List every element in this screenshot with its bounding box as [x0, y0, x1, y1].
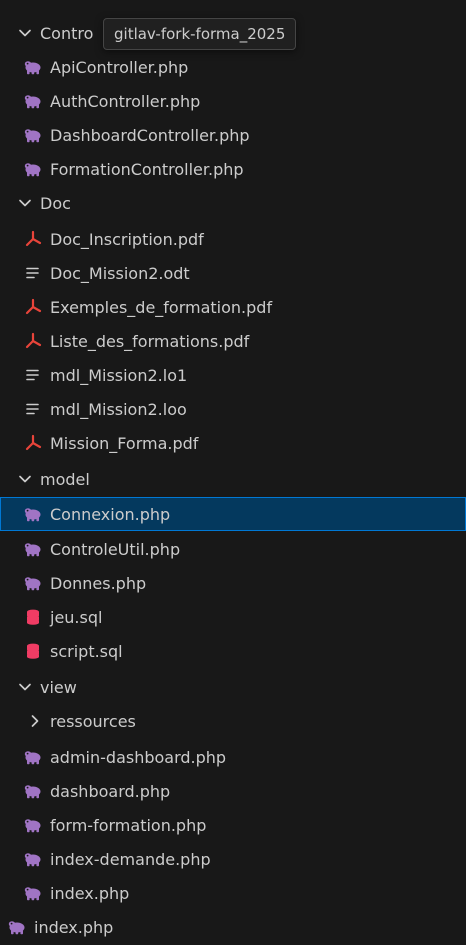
file-label: Doc_Inscription.pdf [50, 229, 204, 249]
php-file-icon [24, 126, 42, 144]
folder-label: view [40, 677, 77, 697]
folder-label: Contro [40, 23, 94, 43]
php-file-icon [24, 92, 42, 110]
pdf-file-icon [24, 332, 42, 350]
file-label: form-formation.php [50, 815, 207, 835]
file-label: index.php [50, 883, 130, 903]
file-item[interactable]: index.php [0, 910, 466, 944]
file-item[interactable]: FormationController.php [0, 152, 466, 186]
file-label: script.sql [50, 641, 123, 661]
file-explorer-tree: Contro ApiController.php AuthController.… [0, 0, 466, 945]
folder-model[interactable]: model [0, 462, 466, 496]
file-label: mdl_Mission2.lo1 [50, 365, 188, 385]
file-item[interactable]: Doc_Mission2.odt [0, 256, 466, 290]
folder-view[interactable]: view [0, 670, 466, 704]
folder-label: Doc [40, 193, 71, 213]
file-item[interactable]: AuthController.php [0, 84, 466, 118]
database-file-icon [24, 608, 42, 626]
php-file-icon [24, 850, 42, 868]
pdf-file-icon [24, 434, 42, 452]
file-item[interactable]: Mission_Forma.pdf [0, 426, 466, 460]
php-file-icon [24, 884, 42, 902]
file-label: mdl_Mission2.loo [50, 399, 187, 419]
file-label: dashboard.php [50, 781, 171, 801]
folder-label: model [40, 469, 90, 489]
folder-ressources[interactable]: ressources [0, 704, 466, 738]
chevron-down-icon [16, 470, 34, 488]
file-item[interactable]: form-formation.php [0, 808, 466, 842]
file-item[interactable]: mdl_Mission2.lo1 [0, 358, 466, 392]
folder-doc[interactable]: Doc [0, 186, 466, 220]
php-file-icon [8, 918, 26, 936]
file-item[interactable]: ControleUtil.php [0, 532, 466, 566]
file-label: Connexion.php [50, 504, 171, 524]
pdf-file-icon [24, 298, 42, 316]
file-item-selected[interactable]: Connexion.php [0, 497, 466, 531]
file-item[interactable]: admin-dashboard.php [0, 740, 466, 774]
file-label: admin-dashboard.php [50, 747, 227, 767]
chevron-down-icon [16, 24, 34, 42]
file-item[interactable]: Donnes.php [0, 566, 466, 600]
file-label: index.php [34, 917, 114, 937]
file-label: Exemples_de_formation.pdf [50, 297, 273, 317]
php-file-icon [24, 816, 42, 834]
database-file-icon [24, 642, 42, 660]
file-label: Mission_Forma.pdf [50, 433, 199, 453]
folder-label: ressources [50, 711, 136, 731]
file-label: index-demande.php [50, 849, 211, 869]
php-file-icon [24, 58, 42, 76]
pdf-file-icon [24, 230, 42, 248]
file-item[interactable]: dashboard.php [0, 774, 466, 808]
chevron-down-icon [16, 194, 34, 212]
text-file-icon [24, 400, 42, 418]
file-item[interactable]: Exemples_de_formation.pdf [0, 290, 466, 324]
chevron-right-icon [26, 712, 44, 730]
file-item[interactable]: ApiController.php [0, 50, 466, 84]
file-item[interactable]: index.php [0, 876, 466, 910]
file-label: FormationController.php [50, 159, 244, 179]
file-label: Liste_des_formations.pdf [50, 331, 250, 351]
file-item[interactable]: mdl_Mission2.loo [0, 392, 466, 426]
file-label: ControleUtil.php [50, 539, 181, 559]
file-item[interactable]: Doc_Inscription.pdf [0, 222, 466, 256]
file-item[interactable]: index-demande.php [0, 842, 466, 876]
php-file-icon [24, 540, 42, 558]
chevron-down-icon [16, 678, 34, 696]
file-item[interactable]: Liste_des_formations.pdf [0, 324, 466, 358]
file-label: Doc_Mission2.odt [50, 263, 190, 283]
text-file-icon [24, 366, 42, 384]
php-file-icon [24, 574, 42, 592]
php-file-icon [24, 160, 42, 178]
file-label: DashboardController.php [50, 125, 250, 145]
php-file-icon [24, 505, 42, 523]
tooltip: gitlav-fork-forma_2025 [103, 18, 297, 50]
text-file-icon [24, 264, 42, 282]
file-label: jeu.sql [50, 607, 103, 627]
php-file-icon [24, 782, 42, 800]
file-item[interactable]: DashboardController.php [0, 118, 466, 152]
file-item[interactable]: script.sql [0, 634, 466, 668]
file-label: AuthController.php [50, 91, 201, 111]
php-file-icon [24, 748, 42, 766]
file-label: ApiController.php [50, 57, 189, 77]
file-label: Donnes.php [50, 573, 147, 593]
file-item[interactable]: jeu.sql [0, 600, 466, 634]
